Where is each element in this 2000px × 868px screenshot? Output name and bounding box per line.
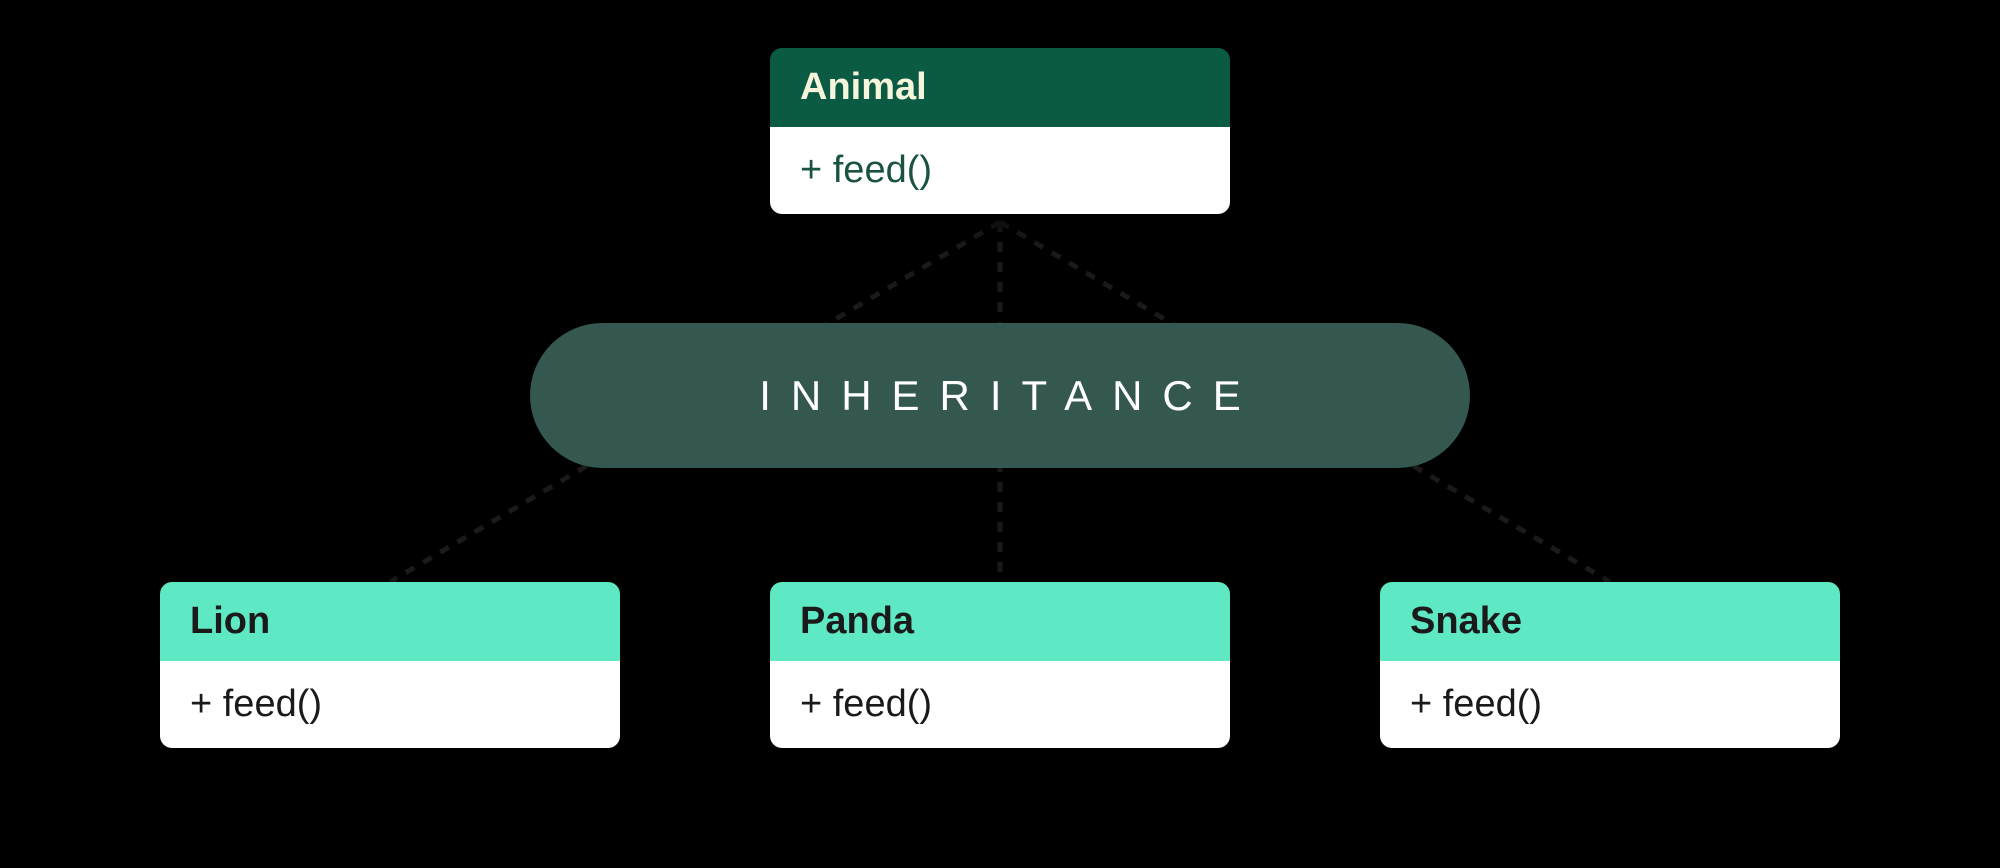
class-name: Lion [190,600,270,642]
class-name: Snake [1410,600,1522,642]
class-method: + feed() [1410,683,1542,725]
inheritance-diagram: Animal + feed() INHERITANCE Lion + feed(… [0,0,2000,868]
class-box-panda: Panda + feed() [770,582,1230,748]
class-name: Panda [800,600,914,642]
class-header-panda: Panda [770,582,1230,661]
inheritance-label-pill: INHERITANCE [530,323,1470,468]
class-body-lion: + feed() [160,661,620,748]
class-body-panda: + feed() [770,661,1230,748]
class-method: + feed() [190,683,322,725]
class-box-animal: Animal + feed() [770,48,1230,214]
class-body-snake: + feed() [1380,661,1840,748]
inheritance-label-text: INHERITANCE [739,372,1261,420]
class-header-animal: Animal [770,48,1230,127]
class-box-lion: Lion + feed() [160,582,620,748]
class-method: + feed() [800,149,932,191]
class-method: + feed() [800,683,932,725]
class-body-animal: + feed() [770,127,1230,214]
class-header-lion: Lion [160,582,620,661]
class-box-snake: Snake + feed() [1380,582,1840,748]
class-header-snake: Snake [1380,582,1840,661]
class-name: Animal [800,66,927,108]
